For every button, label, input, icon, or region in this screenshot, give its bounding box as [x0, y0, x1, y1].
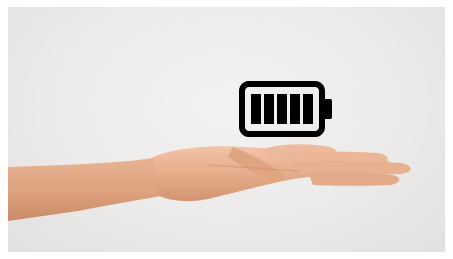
image-frame	[0, 0, 453, 259]
battery-bar	[264, 94, 274, 124]
battery-bars	[251, 94, 313, 124]
photo	[8, 7, 445, 252]
battery-bar	[277, 94, 287, 124]
battery-terminal	[323, 99, 332, 119]
battery-bar	[303, 94, 313, 124]
battery-bar	[251, 94, 261, 124]
battery-bar	[290, 94, 300, 124]
hand-illustration	[8, 144, 411, 221]
battery-full-icon	[239, 81, 335, 137]
